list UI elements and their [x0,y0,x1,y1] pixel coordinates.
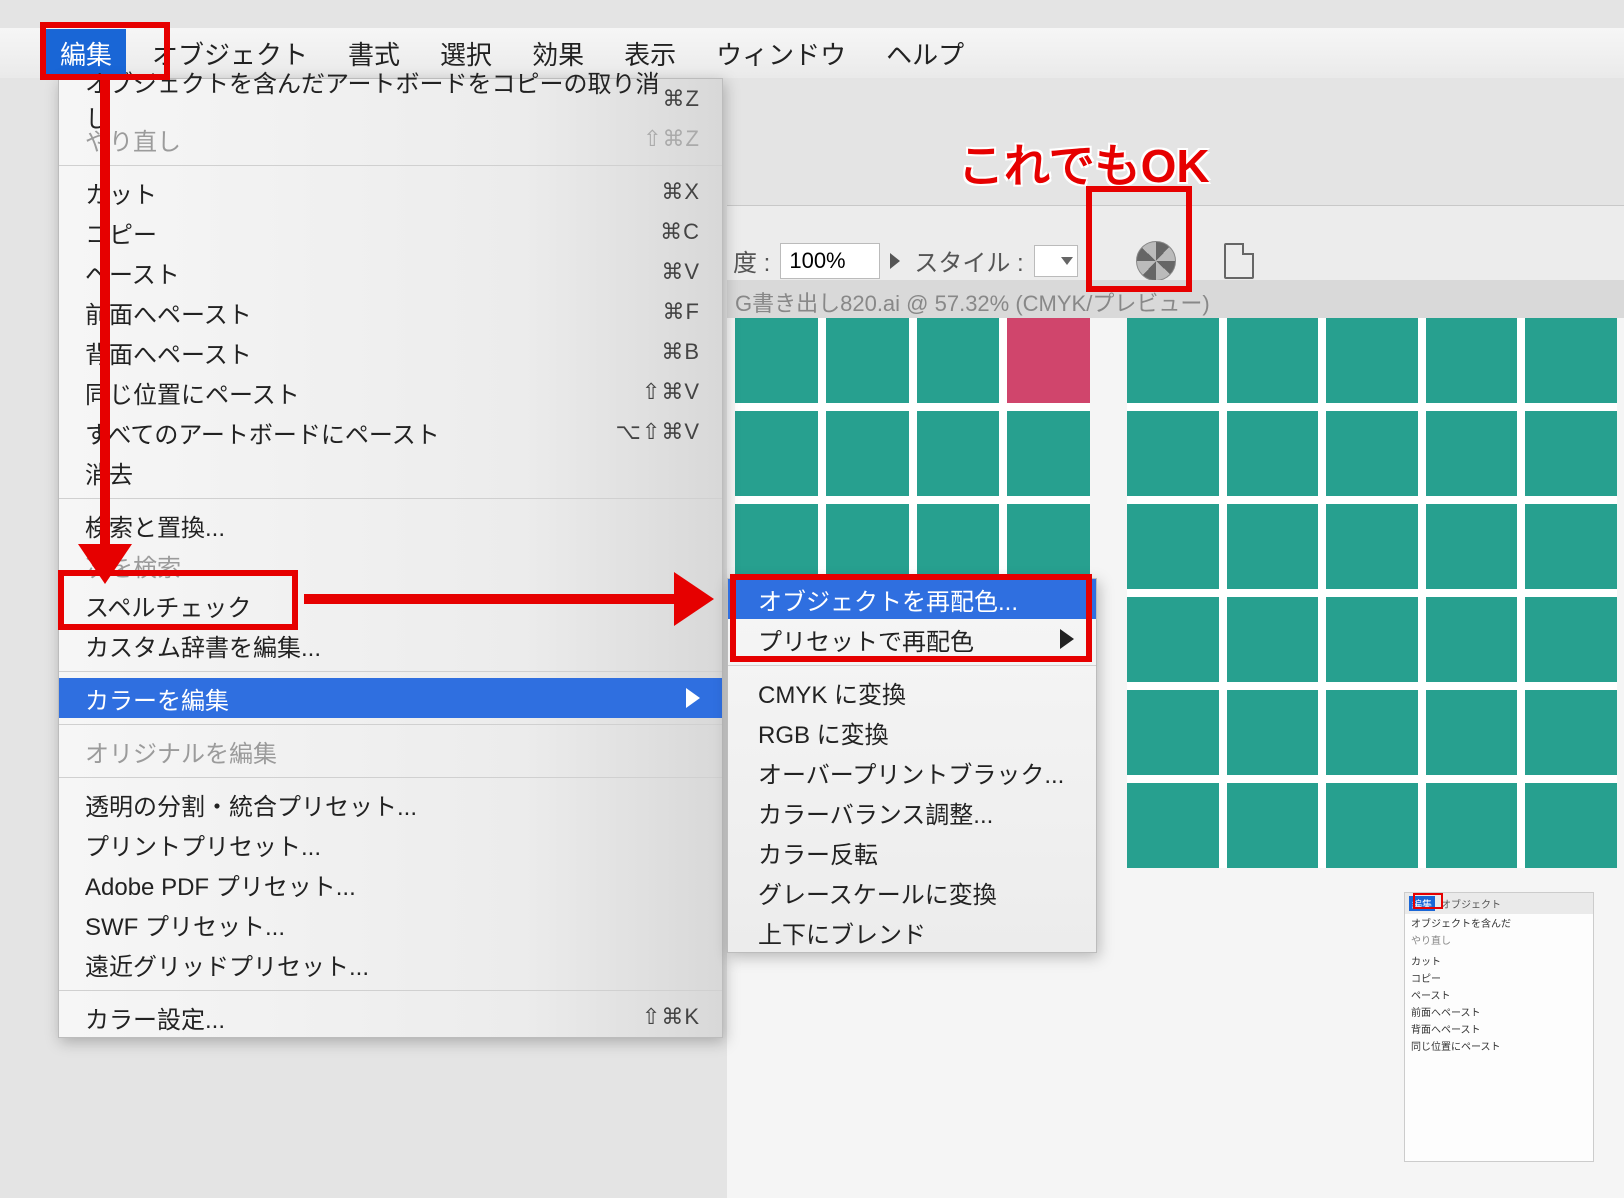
edit-colors-submenu: オブジェクトを再配色... プリセットで再配色 CMYK に変換 RGB に変換… [727,578,1097,953]
artboard-2 [1127,318,1617,868]
submenu-convert-rgb[interactable]: RGB に変換 [728,712,1096,752]
thumb-row: やり直し [1405,931,1593,948]
thumbnail-preview: 編集 オブジェクト オブジェクトを含んだ やり直し カット コピー ペースト 前… [1404,892,1594,1162]
menu-paste-back[interactable]: 背面へペースト⌘B [59,332,722,372]
annotation-arrow-right [304,594,680,604]
submenu-invert-colors[interactable]: カラー反転 [728,832,1096,872]
recolor-artwork-icon[interactable] [1136,241,1176,281]
style-dropdown[interactable] [1034,245,1078,277]
thumb-row: 背面へペースト [1405,1020,1593,1037]
chevron-right-icon[interactable] [890,253,900,269]
menu-paste-place[interactable]: 同じ位置にペースト⇧⌘V [59,372,722,412]
style-label: スタイル : [914,243,1023,278]
thumb-row: カット [1405,952,1593,969]
menu-copy[interactable]: コピー⌘C [59,212,722,252]
menu-perspective-preset[interactable]: 遠近グリッドプリセット... [59,944,722,984]
submenu-recolor-preset[interactable]: プリセットで再配色 [728,619,1096,659]
chevron-right-icon [1060,629,1074,649]
thumb-row: オブジェクトを含んだ [1405,914,1593,931]
menu-edit-colors[interactable]: カラーを編集 [59,678,722,718]
menu-transparency-preset[interactable]: 透明の分割・統合プリセット... [59,784,722,824]
thumb-row: ペースト [1405,986,1593,1003]
menu-clear[interactable]: 消去 [59,452,722,492]
menu-window[interactable]: ウィンドウ [716,35,846,72]
menu-color-settings[interactable]: カラー設定...⇧⌘K [59,997,722,1037]
menu-find-next: 次を検索 [59,545,722,585]
menu-redo: やり直し⇧⌘Z [59,119,722,159]
annotation-arrow-down [100,80,110,550]
menu-paste-front[interactable]: 前面へペースト⌘F [59,292,722,332]
menu-cut[interactable]: カット⌘X [59,172,722,212]
menu-find-replace[interactable]: 検索と置換... [59,505,722,545]
thumb-row: 前面へペースト [1405,1003,1593,1020]
menu-undo[interactable]: オブジェクトを含んだアートボードをコピーの取り消し⌘Z [59,79,722,119]
document-setup-icon[interactable] [1224,243,1254,279]
menu-swf-preset[interactable]: SWF プリセット... [59,904,722,944]
submenu-overprint-black[interactable]: オーバープリントブラック... [728,752,1096,792]
opacity-label: 度 : [733,243,770,278]
menu-spellcheck[interactable]: スペルチェック [59,585,722,625]
edit-menu-dropdown: オブジェクトを含んだアートボードをコピーの取り消し⌘Z やり直し⇧⌘Z カット⌘… [58,78,723,1038]
menu-help[interactable]: ヘルプ [886,35,964,72]
submenu-convert-grayscale[interactable]: グレースケールに変換 [728,872,1096,912]
chevron-right-icon [686,688,700,708]
thumb-row: 同じ位置にペースト [1405,1037,1593,1054]
thumb-object: オブジェクト [1441,896,1501,911]
menu-edit-original: オリジナルを編集 [59,731,722,771]
opacity-input[interactable] [780,243,880,279]
menu-custom-dictionary[interactable]: カスタム辞書を編集... [59,625,722,665]
menu-print-preset[interactable]: プリントプリセット... [59,824,722,864]
menu-paste-all-artboards[interactable]: すべてのアートボードにペースト⌥⇧⌘V [59,412,722,452]
submenu-color-balance[interactable]: カラーバランス調整... [728,792,1096,832]
annotation-text: これでもOK [958,130,1210,196]
submenu-blend-vertical[interactable]: 上下にブレンド [728,912,1096,952]
submenu-convert-cmyk[interactable]: CMYK に変換 [728,672,1096,712]
submenu-recolor-artwork[interactable]: オブジェクトを再配色... [728,579,1096,619]
thumb-row: コピー [1405,969,1593,986]
menu-pdf-preset[interactable]: Adobe PDF プリセット... [59,864,722,904]
menu-paste[interactable]: ペースト⌘V [59,252,722,292]
